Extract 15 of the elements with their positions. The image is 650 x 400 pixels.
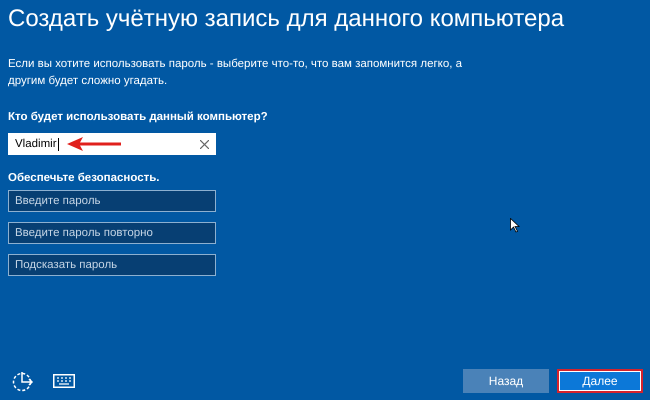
cursor-icon xyxy=(510,218,520,233)
clear-icon[interactable] xyxy=(200,140,209,148)
password-field[interactable]: Введите пароль повторно xyxy=(8,222,216,244)
keyboard-icon[interactable] xyxy=(53,374,75,388)
user-label: Кто будет использовать данный компьютер? xyxy=(8,110,269,124)
page-title: Создать учётную запись для данного компьютера xyxy=(8,4,566,34)
password-field[interactable]: Подсказать пароль xyxy=(8,254,216,276)
ease-of-access-icon[interactable] xyxy=(12,370,36,392)
username-field[interactable]: Vladimir xyxy=(8,133,216,155)
password-field[interactable]: Введите пароль xyxy=(8,190,216,212)
back-button[interactable]: Назад xyxy=(463,369,549,393)
username-value: Vladimir xyxy=(15,138,59,150)
description-text: Если вы хотите использовать пароль - выберите что-то, что вам запомнится легко, а другим будет сложно угадать. xyxy=(8,57,463,89)
next-button[interactable]: Далее xyxy=(557,369,643,393)
security-label: Обеспечьте безопасность. xyxy=(8,171,161,185)
